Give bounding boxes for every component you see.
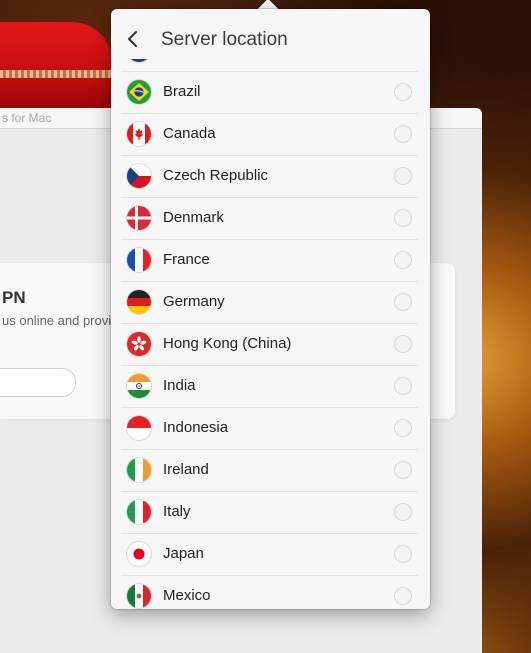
denmark-flag-icon (127, 206, 151, 230)
radio-button[interactable] (394, 209, 412, 227)
indonesia-flag-icon (127, 416, 151, 440)
japan-flag-icon (127, 542, 151, 566)
radio-button[interactable] (394, 377, 412, 395)
radio-button[interactable] (394, 251, 412, 269)
server-location-label: Hong Kong (China) (163, 335, 292, 352)
ireland-flag-icon (127, 458, 151, 482)
australia-flag-icon (127, 59, 151, 62)
italy-flag-icon (127, 500, 151, 524)
server-location-row[interactable]: Denmark (121, 198, 418, 240)
background-card-description: us online and provi (2, 313, 112, 328)
server-location-label: France (163, 251, 210, 268)
popover-header: Server location (111, 9, 430, 59)
radio-button[interactable] (394, 503, 412, 521)
server-location-list-inner: Australia Brazil Canada Czech Republic Denma… (111, 59, 430, 609)
czech-republic-flag-icon (127, 164, 151, 188)
radio-button[interactable] (394, 335, 412, 353)
server-location-label: India (163, 377, 196, 394)
server-location-row[interactable]: Japan (121, 534, 418, 576)
server-location-list[interactable]: Australia Brazil Canada Czech Republic Denma… (111, 59, 430, 609)
server-location-label: Denmark (163, 209, 224, 226)
server-location-label: Mexico (163, 587, 211, 604)
server-location-row[interactable]: Indonesia (121, 408, 418, 450)
server-location-row[interactable]: Italy (121, 492, 418, 534)
server-location-row[interactable]: Canada (121, 114, 418, 156)
mexico-flag-icon (127, 584, 151, 608)
server-location-label: Japan (163, 545, 204, 562)
back-button[interactable] (124, 28, 142, 50)
server-location-label: Canada (163, 125, 216, 142)
server-location-row[interactable]: India (121, 366, 418, 408)
radio-button[interactable] (394, 167, 412, 185)
radio-button[interactable] (394, 545, 412, 563)
server-location-label: Ireland (163, 461, 209, 478)
server-location-row[interactable]: Czech Republic (121, 156, 418, 198)
radio-button[interactable] (394, 461, 412, 479)
brazil-flag-icon (127, 80, 151, 104)
server-location-row[interactable]: Hong Kong (China) (121, 324, 418, 366)
popover-title: Server location (161, 29, 288, 50)
server-location-label: Germany (163, 293, 225, 310)
server-location-label: Czech Republic (163, 167, 269, 184)
chevron-left-icon (128, 31, 137, 47)
server-location-popover: Server location Australia Brazil Canada Cze… (111, 9, 430, 609)
server-location-row[interactable]: Ireland (121, 450, 418, 492)
server-location-row[interactable]: Brazil (121, 72, 418, 114)
server-location-row[interactable]: Mexico (121, 576, 418, 609)
radio-button[interactable] (394, 83, 412, 101)
server-location-label: Indonesia (163, 419, 229, 436)
radio-button[interactable] (394, 293, 412, 311)
radio-button[interactable] (394, 125, 412, 143)
background-card-title: PN (2, 288, 26, 307)
germany-flag-icon (127, 290, 151, 314)
india-flag-icon (127, 374, 151, 398)
france-flag-icon (127, 248, 151, 272)
radio-button[interactable] (394, 419, 412, 437)
radio-button[interactable] (394, 587, 412, 605)
server-location-label: Italy (163, 503, 191, 520)
server-location-row[interactable]: Germany (121, 282, 418, 324)
wallpaper-red-cloth (0, 22, 112, 114)
server-location-label: Brazil (163, 83, 201, 100)
canada-flag-icon (127, 122, 151, 146)
background-card-button[interactable] (0, 368, 76, 397)
hong-kong-flag-icon (127, 332, 151, 356)
server-location-row[interactable]: France (121, 240, 418, 282)
server-location-row[interactable]: Australia (121, 59, 418, 72)
